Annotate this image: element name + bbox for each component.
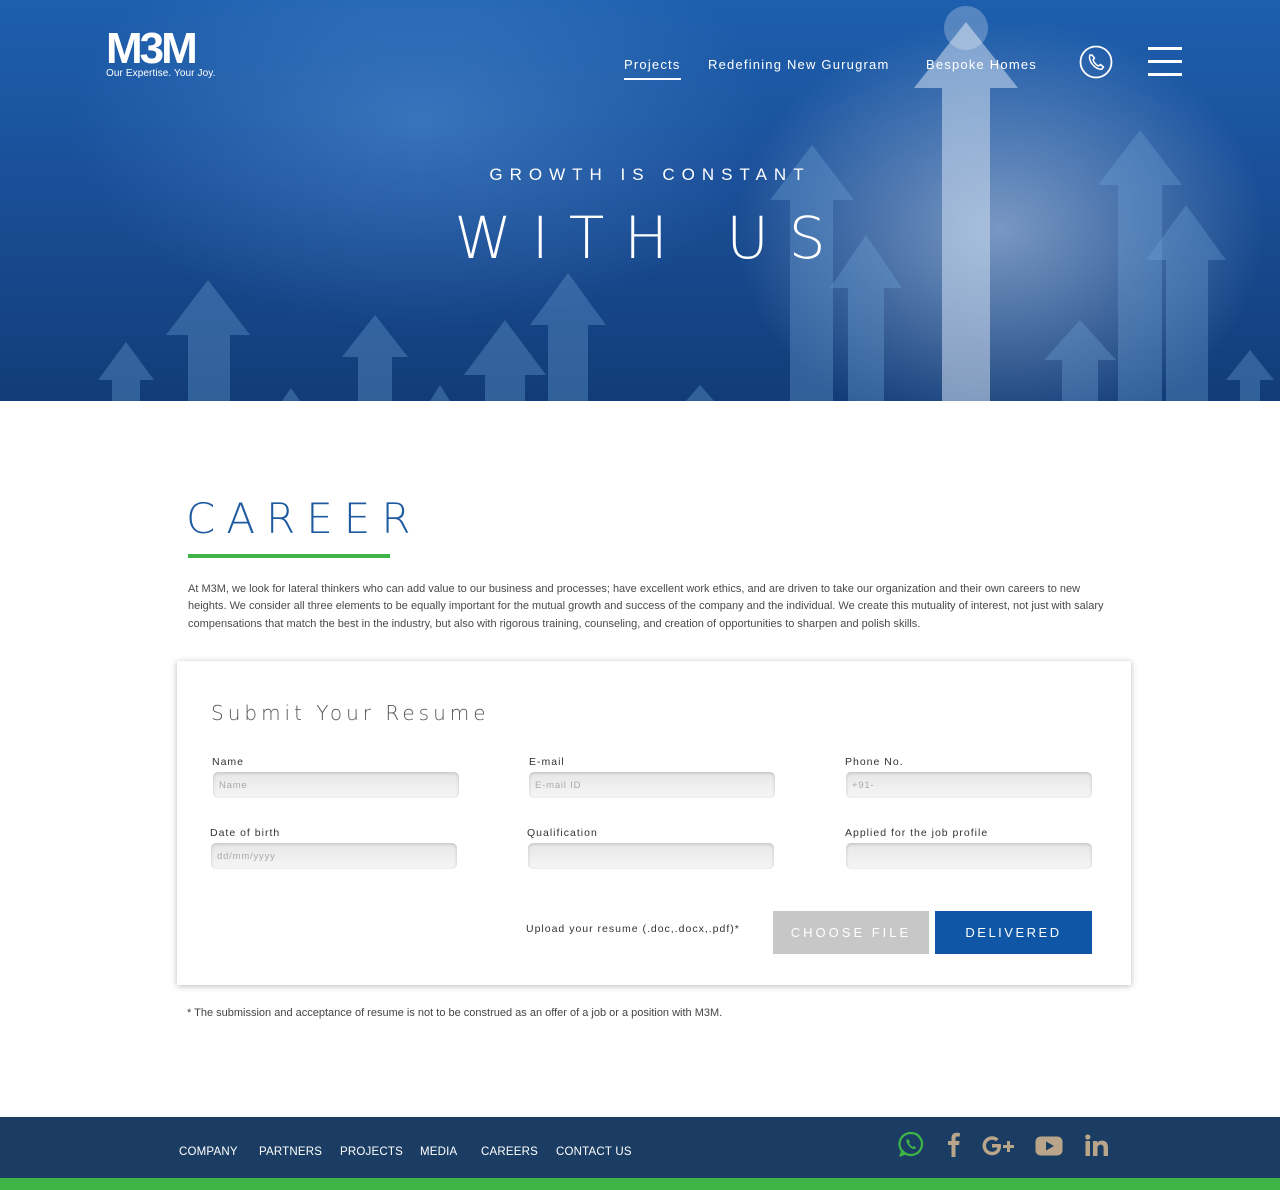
footer: COMPANY PARTNERS PROJECTS MEDIA CAREERS … [0, 1117, 1280, 1178]
youtube-icon[interactable] [1035, 1136, 1063, 1161]
nav-item-projects[interactable]: Projects [624, 57, 681, 80]
email-label: E-mail [529, 756, 565, 768]
footer-link-partners[interactable]: PARTNERS [259, 1146, 322, 1158]
google-plus-icon[interactable] [982, 1134, 1016, 1163]
hamburger-menu-icon[interactable] [1148, 47, 1182, 77]
job-profile-input[interactable] [846, 843, 1092, 869]
phone-input[interactable] [846, 772, 1092, 798]
nav-item-redefining-new-gurugram[interactable]: Redefining New Gurugram [708, 57, 890, 72]
footer-link-contact-us[interactable]: CONTACT US [556, 1146, 632, 1158]
disclaimer-text: * The submission and acceptance of resum… [187, 1007, 723, 1019]
hero-title: WITH US [454, 204, 846, 272]
footer-link-media[interactable]: MEDIA [420, 1146, 457, 1158]
dob-input[interactable] [211, 843, 457, 869]
name-label: Name [212, 756, 245, 768]
email-input[interactable] [529, 772, 775, 798]
submit-button[interactable]: DELIVERED [935, 911, 1092, 954]
choose-file-button[interactable]: CHOOSE FILE [773, 911, 929, 954]
heading-underline [188, 554, 390, 558]
footer-accent-bar [0, 1178, 1280, 1190]
nav-item-bespoke-homes[interactable]: Bespoke Homes [926, 57, 1037, 72]
resume-form-card: Submit Your Resume Name E-mail Phone No.… [177, 661, 1131, 985]
career-intro-text: At M3M, we look for lateral thinkers who… [188, 583, 1104, 630]
hero-subtitle: GROWTH IS CONSTANT [489, 165, 811, 184]
footer-link-projects[interactable]: PROJECTS [340, 1146, 403, 1158]
whatsapp-icon[interactable] [897, 1130, 925, 1163]
upload-resume-label: Upload your resume (.doc,.docx,.pdf)* [526, 923, 740, 935]
facebook-icon[interactable] [944, 1131, 962, 1162]
job-profile-label: Applied for the job profile [845, 827, 989, 839]
m3m-logo[interactable]: M3M Our Expertise. Your Joy. [106, 24, 216, 80]
hero-banner: M3M Our Expertise. Your Joy. Projects Re… [0, 0, 1280, 401]
logo-tagline: Our Expertise. Your Joy. [106, 68, 216, 79]
phone-label: Phone No. [845, 756, 904, 768]
qualification-label: Qualification [527, 827, 598, 839]
logo-mark: M3M [106, 24, 198, 73]
qualification-input[interactable] [528, 843, 774, 869]
name-input[interactable] [213, 772, 459, 798]
dob-label: Date of birth [210, 827, 281, 839]
footer-link-company[interactable]: COMPANY [179, 1146, 238, 1158]
career-heading: CAREER [186, 494, 422, 543]
phone-icon[interactable] [1079, 45, 1113, 79]
form-title: Submit Your Resume [211, 701, 490, 725]
footer-link-careers[interactable]: CAREERS [481, 1146, 538, 1158]
linkedin-icon[interactable] [1085, 1134, 1109, 1161]
